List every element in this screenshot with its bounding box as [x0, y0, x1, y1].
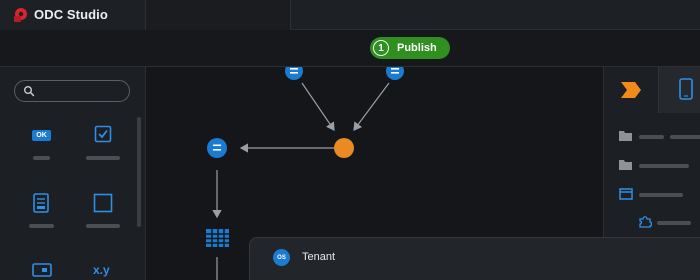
tab-interface[interactable] — [658, 67, 700, 113]
assign-node[interactable] — [207, 138, 227, 158]
app-title: ODC Studio — [34, 7, 108, 22]
checkbox-widget-icon[interactable] — [94, 125, 112, 143]
tree-item-placeholder[interactable] — [639, 193, 683, 197]
os-badge-icon: OS — [273, 249, 290, 266]
chevron-tag-icon — [621, 82, 641, 98]
tree-item-placeholder[interactable] — [639, 164, 689, 168]
flow-connector — [301, 82, 335, 131]
expression-widget-icon[interactable]: x.y — [93, 263, 110, 277]
widget-label-placeholder — [86, 156, 120, 160]
widget-label-placeholder — [86, 224, 120, 228]
toolbar: 1 Publish — [0, 30, 700, 67]
widget-label-placeholder — [33, 156, 50, 160]
widget-toolbox: OK x.y — [0, 67, 146, 280]
tab-empty[interactable] — [145, 0, 291, 30]
publish-label: Publish — [397, 42, 437, 54]
assign-node[interactable] — [285, 67, 303, 80]
mobile-device-icon — [679, 78, 693, 100]
container-widget-icon[interactable] — [93, 193, 113, 213]
tree-item-placeholder[interactable] — [670, 135, 700, 139]
table-node-icon[interactable] — [206, 229, 229, 247]
ok-button-widget-icon[interactable]: OK — [32, 130, 51, 141]
toolbox-scrollbar[interactable] — [137, 117, 141, 227]
folder-icon — [619, 160, 632, 170]
search-input[interactable] — [39, 83, 125, 99]
input-widget-icon[interactable] — [32, 263, 52, 277]
toolbox-search[interactable] — [14, 80, 130, 102]
tree-item-placeholder[interactable] — [657, 221, 691, 225]
search-icon — [24, 86, 35, 97]
widget-label-placeholder — [29, 224, 54, 228]
decision-node[interactable] — [334, 138, 354, 158]
tree-item-placeholder[interactable] — [639, 135, 664, 139]
app-window: ODC Studio 1 Publish OK x.y OS Tenant — [0, 0, 700, 280]
tab-logic[interactable] — [604, 67, 658, 113]
form-widget-icon[interactable] — [33, 193, 49, 213]
title-bar: ODC Studio — [0, 0, 700, 30]
puzzle-icon — [639, 216, 652, 228]
tenant-panel[interactable]: OS Tenant — [249, 237, 700, 280]
folder-icon — [619, 131, 632, 141]
window-icon — [619, 188, 633, 200]
flow-connector — [353, 82, 390, 131]
publish-button[interactable]: 1 Publish — [370, 37, 450, 59]
tenant-title: Tenant — [302, 251, 336, 263]
publish-count-badge: 1 — [373, 40, 389, 56]
odc-logo-icon — [14, 8, 27, 22]
assign-node[interactable] — [386, 67, 404, 80]
